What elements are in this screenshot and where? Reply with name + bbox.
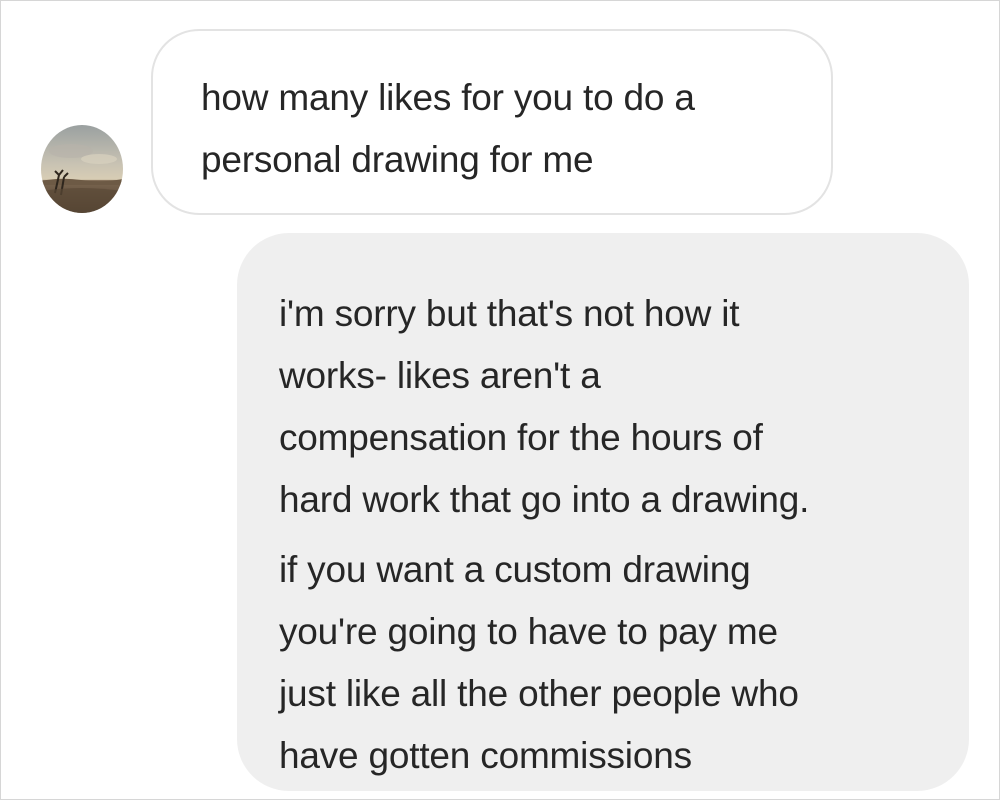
message-line: works- likes aren't a xyxy=(279,355,601,396)
chat-thread: how many likes for you to do a personal … xyxy=(0,0,1000,800)
message-line: if you want a custom drawing xyxy=(279,549,751,590)
avatar-photo-icon xyxy=(41,125,123,213)
message-line: just like all the other people who xyxy=(279,673,799,714)
message-line: have gotten commissions xyxy=(279,735,692,776)
incoming-message-bubble[interactable]: how many likes for you to do a personal … xyxy=(151,29,833,215)
message-line: compensation for the hours of xyxy=(279,417,763,458)
message-line: personal drawing for me xyxy=(201,139,594,180)
message-line: how many likes for you to do a xyxy=(201,77,695,118)
outgoing-message-bubble[interactable]: i'm sorry but that's not how it works- l… xyxy=(237,233,969,791)
message-line: you're going to have to pay me xyxy=(279,611,778,652)
message-line: i'm sorry but that's not how it xyxy=(279,293,740,334)
sender-avatar[interactable] xyxy=(41,125,123,213)
message-line: hard work that go into a drawing. xyxy=(279,479,810,520)
